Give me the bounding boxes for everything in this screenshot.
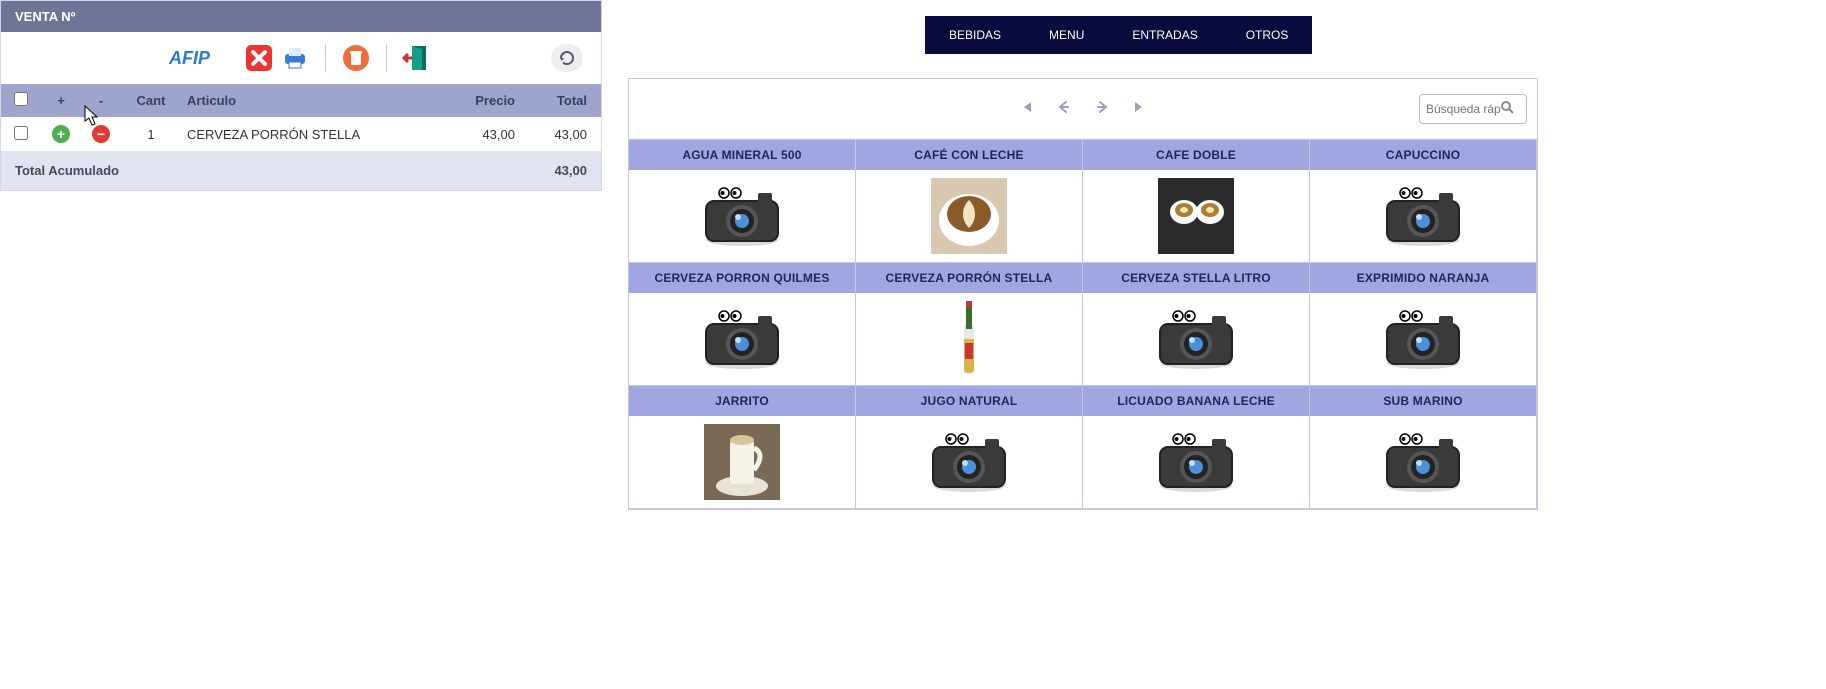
search-box[interactable] [1419,94,1527,124]
total-row: Total Acumulado 43,00 [1,151,601,190]
product-image [629,170,855,262]
search-input[interactable] [1426,102,1500,116]
product-item[interactable]: CERVEZA PORRÓN STELLA [856,263,1083,386]
col-article: Articulo [181,84,441,117]
table-row[interactable]: + − 1 CERVEZA PORRÓN STELLA 43,00 43,00 [1,117,601,151]
table-header-row: + - Cant Articulo Precio Total [1,84,601,117]
sale-header: VENTA Nº [1,1,601,32]
search-icon[interactable] [1500,100,1514,117]
col-price: Precio [441,84,521,117]
page-first-icon[interactable] [1019,100,1033,118]
page-prev-icon[interactable] [1057,100,1071,118]
product-name: JARRITO [629,386,855,416]
col-qty: Cant [121,84,181,117]
col-total: Total [521,84,601,117]
nav-item-menu[interactable]: MENU [1025,16,1108,54]
divider [325,44,326,72]
page-next-icon[interactable] [1095,100,1109,118]
product-item[interactable]: CAFE DOBLE [1083,140,1310,263]
product-image [1083,293,1309,385]
product-item[interactable]: SUB MARINO [1310,386,1537,509]
product-name: SUB MARINO [1310,386,1536,416]
row-qty: 1 [121,117,181,151]
select-all-checkbox[interactable] [14,92,28,106]
decrement-button[interactable]: − [92,125,110,143]
product-image [629,293,855,385]
total-value: 43,00 [441,151,601,190]
sale-toolbar: AFIP [1,32,601,84]
product-item[interactable]: CAPUCCINO [1310,140,1537,263]
page-last-icon[interactable] [1133,100,1147,118]
product-name: CERVEZA PORRÓN STELLA [856,263,1082,293]
product-item[interactable]: AGUA MINERAL 500 [629,140,856,263]
product-item[interactable]: CERVEZA PORRON QUILMES [629,263,856,386]
svg-text:AFIP: AFIP [169,48,211,68]
product-image [1310,293,1536,385]
catalog-header [629,79,1537,139]
product-image [1310,170,1536,262]
refresh-button[interactable] [551,44,583,72]
product-image [1083,416,1309,508]
sale-panel: VENTA Nº AFIP + - [0,0,602,191]
product-image [856,293,1082,385]
product-image [1083,170,1309,262]
product-name: JUGO NATURAL [856,386,1082,416]
product-image [856,416,1082,508]
sale-table: + - Cant Articulo Precio Total + − 1 CER… [1,84,601,190]
row-total: 43,00 [521,117,601,151]
product-name: AGUA MINERAL 500 [629,140,855,170]
afip-logo[interactable]: AFIP [169,48,239,68]
product-name: CERVEZA PORRON QUILMES [629,263,855,293]
nav-item-entradas[interactable]: ENTRADAS [1108,16,1221,54]
increment-button[interactable]: + [52,125,70,143]
product-image [856,170,1082,262]
product-name: CAFÉ CON LECHE [856,140,1082,170]
cancel-button[interactable] [243,42,275,74]
col-plus: + [41,84,81,117]
pager [1019,100,1147,118]
divider-2 [386,44,387,72]
product-item[interactable]: EXPRIMIDO NARANJA [1310,263,1537,386]
product-item[interactable]: LICUADO BANANA LECHE [1083,386,1310,509]
exit-button[interactable] [401,42,433,74]
product-name: LICUADO BANANA LECHE [1083,386,1309,416]
category-nav: BEBIDASMENUENTRADASOTROS [925,16,1312,54]
row-checkbox[interactable] [14,126,28,140]
col-minus: - [81,84,121,117]
delete-button[interactable] [340,42,372,74]
nav-item-otros[interactable]: OTROS [1222,16,1313,54]
product-image [1310,416,1536,508]
product-item[interactable]: JUGO NATURAL [856,386,1083,509]
product-name: CERVEZA STELLA LITRO [1083,263,1309,293]
print-button[interactable] [279,42,311,74]
product-item[interactable]: CAFÉ CON LECHE [856,140,1083,263]
product-image [629,416,855,508]
product-catalog: AGUA MINERAL 500 CAFÉ CON LECHE CAFE DOB… [628,78,1538,510]
row-price: 43,00 [441,117,521,151]
product-item[interactable]: JARRITO [629,386,856,509]
nav-item-bebidas[interactable]: BEBIDAS [925,16,1025,54]
row-article: CERVEZA PORRÓN STELLA [181,117,441,151]
total-label: Total Acumulado [1,151,441,190]
sale-title: VENTA Nº [15,9,75,24]
product-name: EXPRIMIDO NARANJA [1310,263,1536,293]
product-name: CAFE DOBLE [1083,140,1309,170]
product-item[interactable]: CERVEZA STELLA LITRO [1083,263,1310,386]
product-name: CAPUCCINO [1310,140,1536,170]
product-grid: AGUA MINERAL 500 CAFÉ CON LECHE CAFE DOB… [629,139,1537,509]
